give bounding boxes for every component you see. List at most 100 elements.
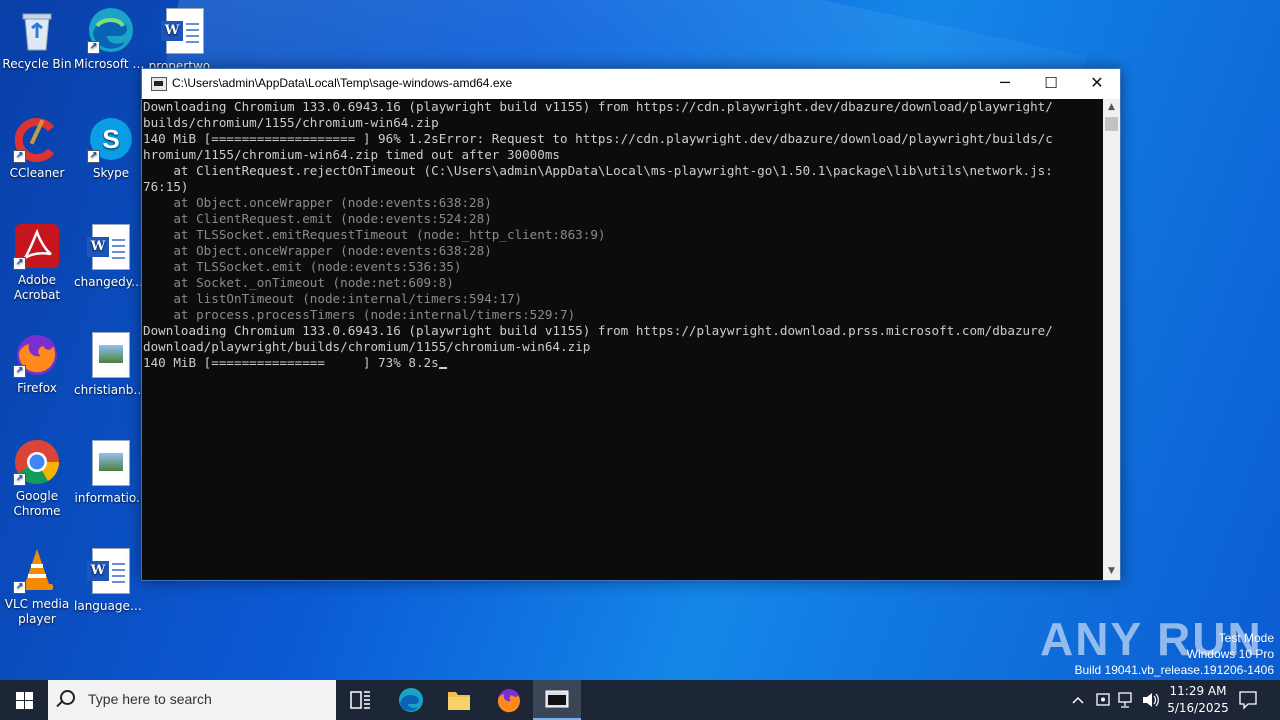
shield-icon: [1096, 693, 1110, 706]
shortcut-arrow-icon: ↗: [13, 150, 26, 163]
window-title: C:\Users\admin\AppData\Local\Temp\sage-w…: [172, 76, 513, 90]
scroll-down-icon[interactable]: ▼: [1103, 563, 1120, 580]
vlc-icon: ↗: [13, 546, 61, 594]
desktop-icon-label: languagem...: [74, 599, 148, 613]
console-line: hromium/1155/chromium-win64.zip timed ou…: [143, 147, 561, 162]
desktop-icon-ccleaner[interactable]: ↗ CCleaner: [0, 115, 74, 181]
action-center-button[interactable]: [1234, 680, 1262, 720]
desktop-icon-edge[interactable]: ↗ Microsoft Edge: [74, 6, 148, 72]
desktop-icon-christianby[interactable]: christianby...: [74, 330, 148, 398]
desktop-icon-recycle-bin[interactable]: Recycle Bin: [0, 6, 74, 72]
network-icon: [1118, 692, 1132, 708]
desktop-icon-languagem[interactable]: W languagem...: [74, 546, 148, 614]
tray-security-button[interactable]: [1092, 680, 1114, 720]
desktop-icon-adobe-acrobat[interactable]: ↗ Adobe Acrobat: [0, 222, 74, 303]
desktop-icon-vlc[interactable]: ↗ VLC media player: [0, 546, 74, 627]
console-line: at listOnTimeout (node:internal/timers:5…: [143, 291, 523, 306]
console-line: 76:15): [143, 179, 189, 194]
console-line: Downloading Chromium 133.0.6943.16 (play…: [143, 99, 1053, 114]
scroll-up-icon[interactable]: ▲: [1103, 99, 1120, 116]
word-document-icon: W: [87, 224, 135, 272]
desktop-icon-firefox[interactable]: ↗ Firefox: [0, 330, 74, 396]
console-line: at ClientRequest.emit (node:events:524:2…: [143, 211, 492, 226]
console-line: download/playwright/builds/chromium/1155…: [143, 339, 591, 354]
taskbar-firefox-button[interactable]: [485, 680, 533, 720]
skype-icon: S ↗: [87, 115, 135, 163]
svg-text:S: S: [102, 124, 119, 154]
taskbar-edge-button[interactable]: [387, 680, 435, 720]
task-view-icon: [350, 691, 370, 709]
acrobat-icon: ↗: [13, 222, 61, 270]
console-line: at TLSSocket.emit (node:events:536:35): [143, 259, 462, 274]
shortcut-arrow-icon: ↗: [13, 581, 26, 594]
window-titlebar[interactable]: C:\Users\admin\AppData\Local\Temp\sage-w…: [142, 69, 1120, 99]
console-line: at TLSSocket.emitRequestTimeout (node:_h…: [143, 227, 606, 242]
desktop-icon-label: changedy.rtf: [74, 275, 148, 289]
maximize-button[interactable]: ☐: [1028, 69, 1074, 99]
desktop-icon-label: Google Chrome: [13, 489, 61, 518]
console-line: at Object.onceWrapper (node:events:638:2…: [143, 243, 492, 258]
shortcut-arrow-icon: ↗: [13, 473, 26, 486]
desktop-icon-label: CCleaner: [9, 166, 65, 180]
console-line: at ClientRequest.rejectOnTimeout (C:\Use…: [143, 163, 1053, 178]
image-file-icon: [87, 332, 135, 380]
close-button[interactable]: ✕: [1074, 69, 1120, 99]
console-output[interactable]: Downloading Chromium 133.0.6943.16 (play…: [142, 99, 1103, 580]
recycle-bin-icon: [13, 6, 61, 54]
edge-icon: ↗: [87, 6, 135, 54]
console-text: Downloading Chromium 133.0.6943.16 (play…: [142, 99, 1103, 371]
desktop-icon-informatio[interactable]: informatio...: [74, 438, 148, 506]
shortcut-arrow-icon: ↗: [87, 150, 100, 163]
search-placeholder: Type here to search: [88, 691, 212, 707]
console-line: 140 MiB [=================== ] 96% 1.2sE…: [143, 131, 1053, 146]
chrome-icon: ↗: [13, 438, 61, 486]
ccleaner-icon: ↗: [13, 115, 61, 163]
taskbar-console-button[interactable]: [533, 680, 581, 720]
watermark-line: Build 19041.vb_release.191206-1406: [1074, 663, 1275, 677]
taskbar-file-explorer-button[interactable]: [435, 680, 483, 720]
scroll-thumb[interactable]: [1105, 117, 1118, 131]
edge-icon: [399, 688, 423, 712]
folder-icon: [448, 692, 470, 710]
console-line: Downloading Chromium 133.0.6943.16 (play…: [143, 323, 1053, 338]
tray-volume-button[interactable]: [1139, 680, 1161, 720]
desktop-icon-propertwo[interactable]: W propertwo...: [148, 6, 222, 74]
desktop-icon-label: christianby...: [74, 383, 148, 397]
shortcut-arrow-icon: ↗: [13, 365, 26, 378]
test-mode-watermark: Test Mode Windows 10 Pro Build 19041.vb_…: [1075, 630, 1275, 678]
task-view-button[interactable]: [336, 680, 384, 720]
desktop-icon-label: Skype: [92, 166, 130, 180]
firefox-icon: [497, 689, 520, 713]
firefox-icon: ↗: [13, 330, 61, 378]
desktop-icon-skype[interactable]: S ↗ Skype: [74, 115, 148, 181]
minimize-button[interactable]: ─: [982, 69, 1028, 99]
desktop-icon-changedy[interactable]: W changedy.rtf: [74, 222, 148, 290]
chevron-up-icon: [1072, 696, 1084, 704]
tray-network-button[interactable]: [1115, 680, 1137, 720]
word-document-icon: W: [161, 8, 209, 56]
console-window[interactable]: C:\Users\admin\AppData\Local\Temp\sage-w…: [141, 68, 1121, 581]
image-file-icon: [87, 440, 135, 488]
vertical-scrollbar[interactable]: ▲ ▼: [1103, 99, 1120, 580]
console-icon: [545, 690, 569, 708]
desktop-icon-label: Adobe Acrobat: [13, 273, 61, 302]
clock-date: 5/16/2025: [1167, 701, 1229, 715]
start-button[interactable]: [0, 680, 48, 720]
desktop-icon-label: Firefox: [17, 381, 57, 395]
show-hidden-icons-button[interactable]: [1068, 680, 1088, 720]
taskbar-search-box[interactable]: Type here to search: [48, 680, 336, 720]
desktop-icon-label: VLC media player: [4, 597, 70, 626]
console-line: builds/chromium/1155/chromium-win64.zip: [143, 115, 439, 130]
volume-icon: [1143, 693, 1159, 707]
clock-time: 11:29 AM: [1169, 684, 1227, 698]
search-icon: [60, 690, 75, 705]
console-line: 140 MiB [=============== ] 73% 8.2s: [143, 355, 1103, 371]
watermark-line: Test Mode: [1218, 631, 1274, 645]
console-line: at Socket._onTimeout (node:net:609:8): [143, 275, 454, 290]
desktop-icon-label: Recycle Bin: [2, 57, 72, 71]
taskbar-clock[interactable]: 11:29 AM 5/16/2025: [1162, 683, 1234, 717]
desktop-icon-google-chrome[interactable]: ↗ Google Chrome: [0, 438, 74, 519]
desktop-icon-label: Microsoft Edge: [74, 57, 148, 71]
console-line: at Object.onceWrapper (node:events:638:2…: [143, 195, 492, 210]
notification-icon: [1239, 691, 1257, 710]
